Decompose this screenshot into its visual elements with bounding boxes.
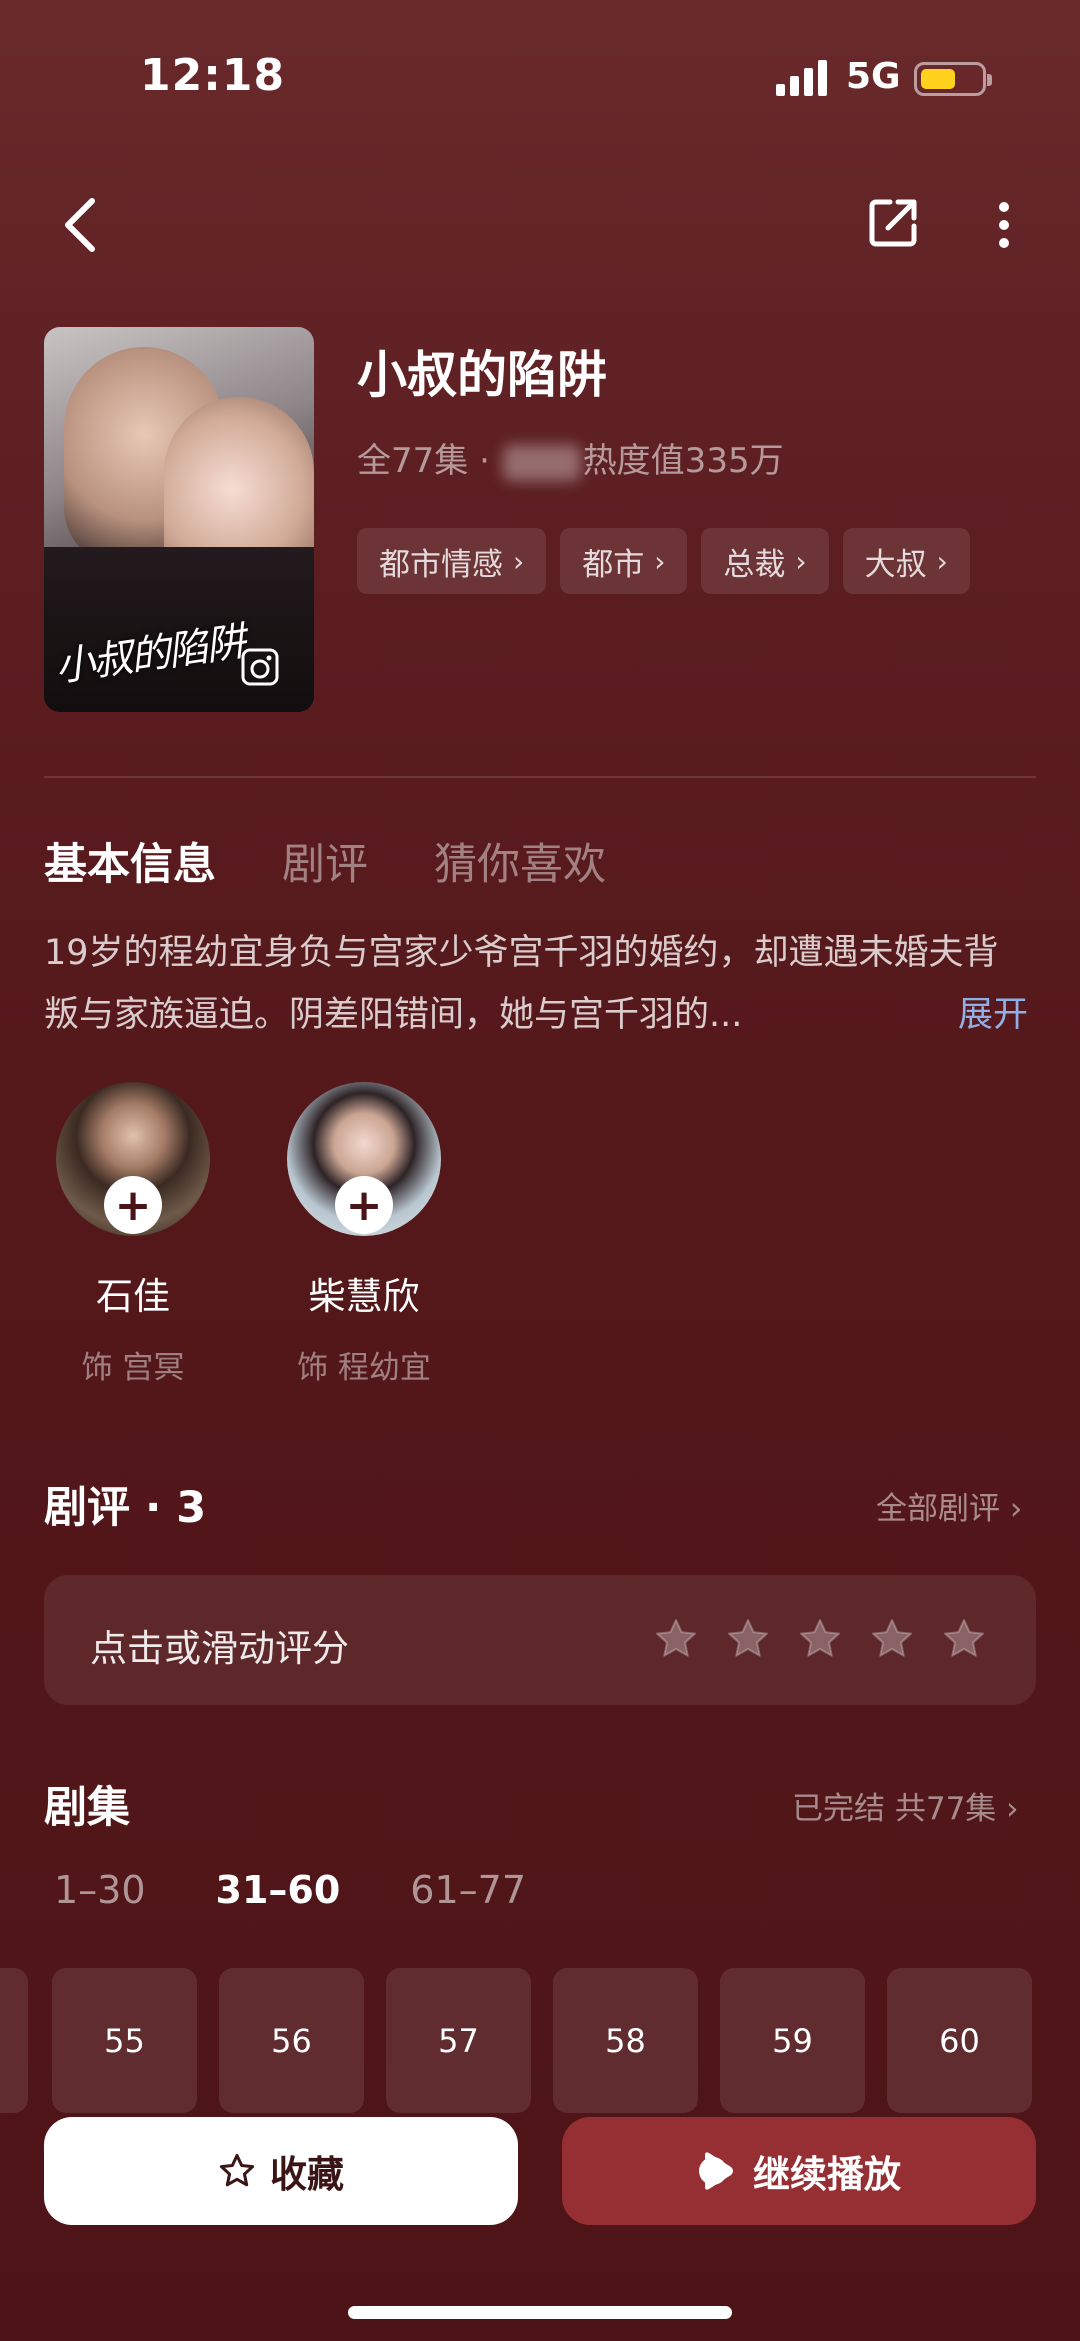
tab-bar: 基本信息 剧评 猜你喜欢	[44, 830, 606, 892]
chevron-right-icon: ›	[936, 544, 948, 578]
star-icon[interactable]	[942, 1617, 986, 1661]
divider	[44, 776, 1036, 778]
episode-tile[interactable]: 56	[219, 1968, 364, 2113]
tab-reviews[interactable]: 剧评	[282, 830, 368, 892]
chevron-right-icon: ›	[513, 544, 525, 578]
tag-list: 都市情感 › 都市 › 总裁 › 大叔 ›	[357, 528, 970, 594]
actor-role: 饰 程幼宜	[297, 1350, 431, 1386]
actor-name: 石佳	[96, 1275, 170, 1318]
rate-prompt: 点击或滑动评分	[90, 1627, 349, 1670]
episode-total: 全77集 ·	[357, 441, 501, 481]
avatar: +	[287, 1082, 441, 1236]
chevron-right-icon: ›	[1009, 1491, 1023, 1527]
network-label: 5G	[846, 56, 901, 97]
collect-button[interactable]: 收藏	[44, 2117, 518, 2225]
tag-chip[interactable]: 都市情感 ›	[357, 528, 547, 594]
star-icon[interactable]	[870, 1617, 914, 1661]
back-button[interactable]	[50, 190, 110, 260]
episode-tile[interactable]	[0, 1968, 28, 2113]
drama-title: 小叔的陷阱	[357, 346, 607, 404]
tag-chip[interactable]: 都市 ›	[560, 528, 688, 594]
episode-grid: 55 56 57 58 59 60	[52, 1968, 1032, 2113]
chevron-right-icon: ›	[654, 544, 666, 578]
episode-tile[interactable]: 60	[887, 1968, 1032, 2113]
chevron-right-icon: ›	[795, 544, 807, 578]
avatar: +	[56, 1082, 210, 1236]
range-tab[interactable]: 31–60	[216, 1868, 341, 1912]
follow-plus-icon[interactable]: +	[335, 1176, 393, 1234]
episode-tile[interactable]: 59	[720, 1968, 865, 2113]
status-time: 12:18	[140, 50, 286, 101]
actor-role: 饰 宫冥	[81, 1350, 185, 1386]
range-tab[interactable]: 61–77	[410, 1868, 526, 1912]
battery-icon	[914, 62, 992, 96]
description-text: 19岁的程幼宜身负与宫家少爷宫千羽的婚约，却遭遇未婚夫背叛与家族逼迫。阴差阳错间…	[44, 933, 999, 1035]
chevron-right-icon: ›	[1006, 1791, 1019, 1827]
rating-stars[interactable]	[654, 1617, 986, 1661]
episode-tile[interactable]: 58	[553, 1968, 698, 2113]
reviews-title: 剧评 · 3	[44, 1483, 207, 1533]
chevron-left-icon	[65, 198, 95, 252]
share-button[interactable]	[862, 190, 926, 254]
range-tab[interactable]: 1–30	[54, 1868, 146, 1912]
tag-chip[interactable]: 大叔 ›	[842, 528, 970, 594]
home-indicator	[348, 2306, 732, 2319]
episode-tile[interactable]: 55	[52, 1968, 197, 2113]
drama-poster[interactable]: 小叔的陷阱	[44, 327, 314, 712]
all-reviews-link[interactable]: 全部剧评 ›	[876, 1483, 1022, 1528]
actor-name: 柴慧欣	[308, 1275, 420, 1318]
cast-member[interactable]: + 石佳 饰 宫冥	[53, 1082, 213, 1387]
star-outline-icon	[219, 2153, 255, 2187]
tag-chip[interactable]: 总裁 ›	[701, 528, 829, 594]
tab-recommend[interactable]: 猜你喜欢	[434, 830, 606, 892]
more-button[interactable]	[984, 190, 1024, 260]
tab-basic-info[interactable]: 基本信息	[44, 830, 216, 892]
star-icon[interactable]	[654, 1617, 698, 1661]
episodes-status-link[interactable]: 已完结 共77集 ›	[792, 1783, 1019, 1828]
signal-icon	[776, 60, 827, 96]
star-icon[interactable]	[726, 1617, 770, 1661]
expand-link[interactable]: 展开	[958, 986, 1028, 1037]
episodes-title: 剧集	[44, 1783, 130, 1833]
share-icon	[869, 199, 917, 247]
follow-plus-icon[interactable]: +	[104, 1176, 162, 1234]
continue-play-button[interactable]: 继续播放	[562, 2117, 1036, 2225]
heat-value: 热度值335万	[582, 441, 784, 481]
image-icon	[241, 648, 279, 686]
cast-member[interactable]: + 柴慧欣 饰 程幼宜	[284, 1082, 444, 1387]
episode-tile[interactable]: 57	[386, 1968, 531, 2113]
more-vertical-icon	[999, 202, 1009, 248]
drama-meta: 全77集 · 热度值335万	[357, 433, 784, 482]
star-icon[interactable]	[798, 1617, 842, 1661]
play-icon	[699, 2152, 733, 2190]
episode-range-tabs: 1–30 31–60 61–77	[54, 1868, 526, 1912]
blurred-text	[502, 444, 581, 481]
